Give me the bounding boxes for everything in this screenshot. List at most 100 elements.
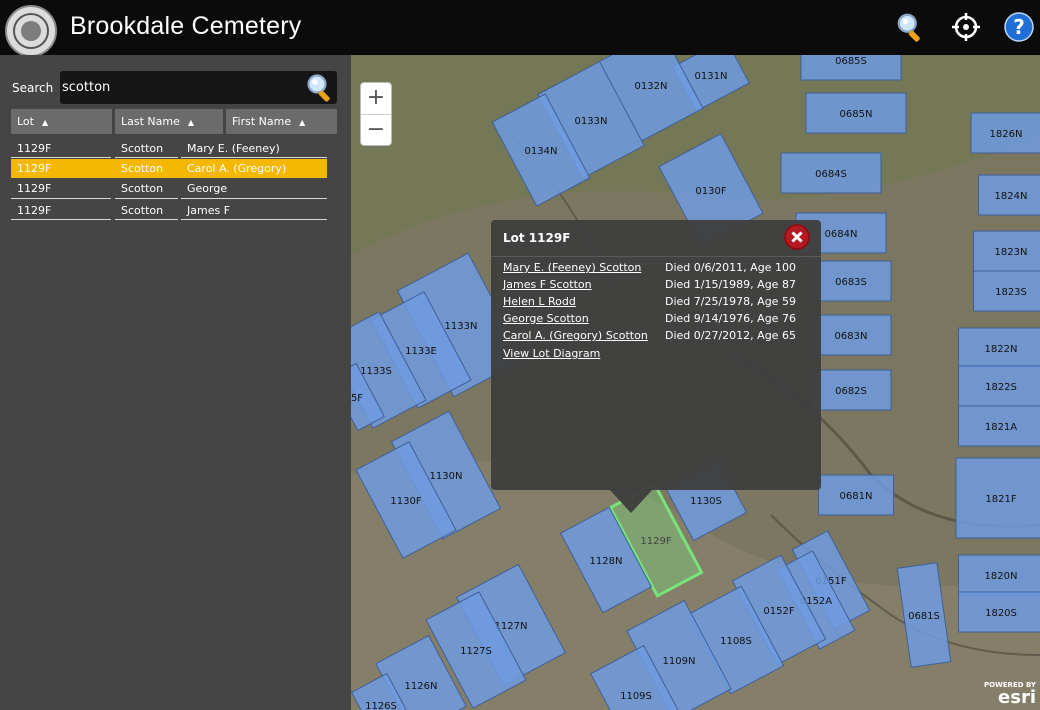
lot-label: 0685S [835,56,867,67]
table-row-selected[interactable]: 1129F Scotton Carol A. (Gregory) [11,159,327,178]
app-title: Brookdale Cemetery [70,12,302,40]
cell-lot: 1129F [17,182,52,195]
lot-label: 1820S [985,608,1017,619]
cell-last-name: Scotton [121,162,164,175]
lot-polygon[interactable]: 0684S [780,152,882,194]
popup-header: Lot 1129F [491,220,821,257]
lot-label: 0684S [815,169,847,180]
lot-label: 0152F [763,606,794,617]
lot-polygon[interactable]: 1824N [978,174,1040,216]
column-header-last-name[interactable]: Last Name ▲ [115,109,223,134]
lot-label: 1133N [445,321,478,332]
table-row[interactable]: 1129F Scotton James F [11,201,327,220]
lot-label: 0685N [840,109,873,120]
lot-label: 1130F [390,496,421,507]
lot-label: 0130F [695,186,726,197]
row-divider [115,219,178,220]
zoom-control: + − [360,82,392,146]
lot-label: 1133E [405,346,437,357]
search-submit-icon[interactable] [305,73,335,103]
lot-polygon[interactable]: 1820N [958,554,1040,596]
results-sidebar: Search Lot▲ Last Name▲ First Name▲ 1129F… [0,55,351,710]
search-input[interactable] [62,78,302,96]
lot-polygon[interactable]: 1823N [973,230,1040,272]
row-divider [181,219,327,220]
lot-label: 1823N [995,247,1028,258]
lot-polygon[interactable]: 1820S [958,591,1040,633]
lot-polygon[interactable]: 0683N [810,314,892,356]
lot-polygon[interactable]: 1821F [955,457,1040,539]
row-divider [115,157,178,158]
lot-polygon[interactable]: 0683S [810,260,892,302]
zoom-out-button[interactable]: − [361,115,391,146]
locate-icon[interactable] [951,12,981,42]
lot-label: 0681S [908,611,940,622]
lot-label: 0683N [835,331,868,342]
cell-last-name: Scotton [121,204,164,217]
esri-attribution: POWERED BY esri [984,681,1036,708]
lot-label: 1821A [985,422,1017,433]
lot-polygon[interactable]: 1822S [958,365,1040,407]
cemetery-seal-logo [5,5,57,57]
lot-label: 0133N [575,116,608,127]
lot-label: 0134N [525,146,558,157]
cell-first-name: Mary E. (Feeney) [187,142,280,155]
lot-polygon[interactable]: 1821A [958,405,1040,447]
cell-lot: 1129F [17,204,52,217]
popup-title: Lot 1129F [503,231,571,245]
lot-polygon[interactable]: 1823S [973,270,1040,312]
cell-first-name: Carol A. (Gregory) [187,162,287,175]
lot-label: 1130S [690,496,722,507]
help-icon[interactable]: ? [1004,12,1034,42]
close-icon [791,231,803,243]
popup-pointer [609,489,653,513]
view-lot-diagram-link[interactable]: View Lot Diagram [503,347,600,360]
close-popup-button[interactable] [784,224,810,250]
cell-last-name: Scotton [121,142,164,155]
lot-polygon[interactable]: 1822N [958,327,1040,369]
person-name-link[interactable]: Mary E. (Feeney) Scotton [503,261,641,274]
column-header-lot[interactable]: Lot ▲ [11,109,112,134]
person-name-link[interactable]: James F Scotton [503,278,592,291]
lot-label: 5F [351,393,363,404]
lot-label: 1130N [430,471,463,482]
zoom-in-button[interactable]: + [361,83,391,115]
lot-polygon[interactable]: 0681N [818,474,894,516]
lot-label: 1108S [720,636,752,647]
app-header: Brookdale Cemetery ? [0,0,1040,57]
lot-label: 1129F [640,536,671,547]
lot-label: 1821F [985,494,1016,505]
lot-label: 0132N [635,81,668,92]
row-divider [11,157,111,158]
death-info: Died 1/15/1989, Age 87 [665,278,796,291]
death-info: Died 9/14/1976, Age 76 [665,312,796,325]
lot-label: 1109S [620,691,652,702]
person-name-link[interactable]: Carol A. (Gregory) Scotton [503,329,648,342]
lot-label: 1126N [405,681,438,692]
cell-first-name: James F [187,204,231,217]
lot-label: 0682S [835,386,867,397]
person-name-link[interactable]: Helen L Rodd [503,295,576,308]
search-label: Search [12,81,54,95]
search-icon[interactable] [896,12,926,42]
lot-label: 0684N [825,229,858,240]
lot-polygon[interactable]: 0685S [800,55,902,81]
person-name-link[interactable]: George Scotton [503,312,589,325]
death-info: Died 0/6/2011, Age 100 [665,261,796,274]
lot-polygon[interactable]: 0685N [805,92,907,134]
lot-label: 1126S [365,701,397,710]
lot-polygon[interactable]: 0682S [810,369,892,411]
lot-label: 1128N [590,556,623,567]
cell-lot: 1129F [17,162,52,175]
column-header-first-name[interactable]: First Name ▲ [226,109,337,134]
table-row[interactable]: 1129F Scotton Mary E. (Feeney) [11,139,327,158]
row-divider [181,198,327,199]
lot-polygon[interactable]: 1826N [970,112,1040,154]
death-info: Died 7/25/1978, Age 59 [665,295,796,308]
lot-label: 0681N [840,491,873,502]
cell-first-name: George [187,182,228,195]
search-box [60,71,337,104]
table-row[interactable]: 1129F Scotton George [11,179,327,198]
death-info: Died 0/27/2012, Age 65 [665,329,796,342]
lot-label: 0683S [835,277,867,288]
